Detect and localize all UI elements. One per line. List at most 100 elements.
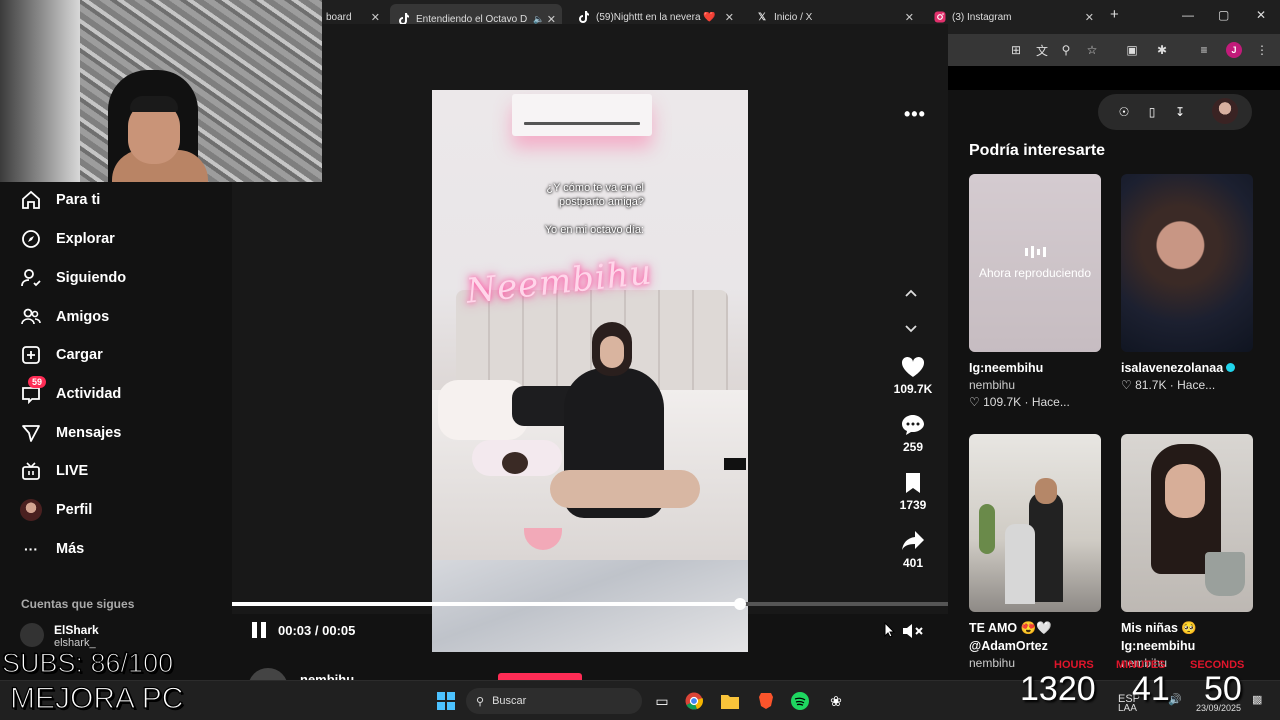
phone-icon[interactable]: ▯: [1144, 104, 1160, 120]
sidebar-item-explorar[interactable]: Explorar: [20, 226, 115, 252]
now-playing-overlay: Ahora reproduciendo: [969, 174, 1101, 352]
recommended-card[interactable]: Ahora reproduciendo Ig:neembihu nembihu …: [969, 174, 1101, 409]
profile-avatar[interactable]: J: [1226, 42, 1242, 58]
card-time: Hace...: [1031, 395, 1070, 409]
bookmark-count: 1739: [899, 498, 927, 512]
tab-title: board: [326, 11, 352, 23]
video-thumbnail[interactable]: [969, 434, 1101, 612]
task-view-icon[interactable]: ▭: [652, 691, 672, 711]
tab-close-icon[interactable]: ✕: [725, 11, 734, 24]
compass-icon: [20, 228, 42, 250]
maximize-button[interactable]: ▢: [1218, 8, 1229, 22]
translate-icon[interactable]: 文: [1034, 42, 1050, 58]
tab-instagram[interactable]: (3) Instagram ✕: [926, 6, 1100, 28]
spotify-icon[interactable]: [790, 691, 810, 711]
volume-icon[interactable]: 🔊: [1168, 693, 1182, 706]
webcam-room: [0, 0, 80, 182]
notifications-icon[interactable]: ▩: [1252, 693, 1262, 706]
recommended-heading: Podría interesarte: [969, 142, 1106, 159]
comment-icon: [888, 412, 938, 438]
tab-close-icon[interactable]: ✕: [1085, 11, 1094, 24]
video-thumbnail[interactable]: [1121, 174, 1253, 352]
download-icon[interactable]: ↧: [1172, 104, 1188, 120]
friends-icon: [20, 306, 42, 328]
sidebar-item-mas[interactable]: ··· Más: [20, 536, 84, 562]
extensions-puzzle-icon[interactable]: ✱: [1154, 42, 1170, 58]
chevron-down-icon[interactable]: [904, 322, 918, 337]
inbox-icon: 59: [20, 376, 47, 405]
file-explorer-icon[interactable]: [720, 691, 740, 711]
sidebar-item-cargar[interactable]: Cargar: [20, 342, 103, 368]
comment-count: 259: [902, 440, 924, 454]
sidebar-item-label: Para ti: [56, 192, 101, 208]
verified-badge-icon: [1226, 363, 1236, 372]
share-icon: [888, 528, 938, 554]
sidebar-item-label: LIVE: [56, 463, 89, 479]
sidebar-item-label: Actividad: [56, 386, 122, 402]
sidebar-item-siguiendo[interactable]: Siguiendo: [20, 265, 126, 291]
baby-head: [502, 452, 528, 474]
followed-account[interactable]: ElShark elshark_: [20, 623, 99, 649]
card-title-mention[interactable]: @AdamOrtez: [969, 639, 1101, 653]
menu-kebab-icon[interactable]: ⋮: [1254, 42, 1270, 58]
recommended-card[interactable]: TE AMO 😍🤍 @AdamOrtez nembihu: [969, 434, 1101, 670]
sidebar-item-perfil[interactable]: Perfil: [20, 497, 92, 523]
app-icon[interactable]: ❀: [826, 691, 846, 711]
like-count: 109.7K: [893, 382, 933, 396]
zoom-icon[interactable]: ⚲: [1058, 42, 1074, 58]
avatar: [20, 499, 42, 521]
chrome-icon[interactable]: [684, 691, 704, 711]
video-frame[interactable]: Neembihu ¿Y cómo te va en el postparto a…: [432, 90, 748, 652]
sidebar-item-para-ti[interactable]: Para ti: [20, 187, 100, 213]
card-author[interactable]: isalavenezolanaa: [1121, 361, 1253, 375]
bookmark-button[interactable]: 1739: [888, 470, 938, 512]
audio-icon[interactable]: 🔈: [533, 14, 544, 25]
card-author[interactable]: nembihu: [969, 378, 1101, 392]
sidebar-item-label: Más: [56, 541, 85, 557]
heart-outline-icon: ♡: [1121, 378, 1132, 392]
tab-close-icon[interactable]: ✕: [905, 11, 914, 24]
video-thumbnail[interactable]: [1121, 434, 1253, 612]
compass-icon[interactable]: ☉: [1116, 104, 1132, 120]
video-progress-bar[interactable]: [232, 598, 948, 610]
instagram-icon: [934, 11, 946, 23]
reading-list-icon[interactable]: ≡: [1196, 42, 1212, 58]
brave-icon[interactable]: [756, 691, 776, 711]
sidebar-item-amigos[interactable]: Amigos: [20, 304, 109, 330]
sidebar-item-mensajes[interactable]: Mensajes: [20, 420, 121, 446]
video-thumbnail[interactable]: Ahora reproduciendo: [969, 174, 1101, 352]
tab-title: (59)Nighttt en la nevera ❤️: [596, 11, 716, 23]
new-tab-button[interactable]: +: [1110, 6, 1119, 23]
recommended-card[interactable]: Mis niñas 🥺 Ig:neembihu nembihu: [1121, 434, 1253, 670]
like-button[interactable]: 109.7K: [888, 354, 938, 396]
card-meta: ♡ 81.7K · Hace...: [1121, 378, 1216, 392]
tab-close-icon[interactable]: ✕: [371, 11, 380, 24]
person-face: [600, 336, 624, 368]
upload-icon: [20, 344, 42, 366]
sidebar-item-actividad[interactable]: 59 Actividad: [20, 376, 122, 407]
avatar[interactable]: [1212, 98, 1238, 124]
recommended-card[interactable]: isalavenezolanaa ♡ 81.7K · Hace...: [1121, 174, 1253, 392]
bookmark-star-icon[interactable]: ☆: [1084, 42, 1100, 58]
windows-start-icon[interactable]: [436, 691, 456, 711]
muted-volume-icon[interactable]: [902, 622, 924, 645]
search-icon: ⚲: [476, 695, 485, 708]
minimize-button[interactable]: —: [1182, 8, 1194, 22]
tab-title: Inicio / X: [774, 11, 813, 23]
live-icon: [20, 460, 42, 482]
share-button[interactable]: 401: [888, 528, 938, 570]
sidebar-item-live[interactable]: LIVE: [20, 458, 88, 484]
video-caption-line: postparto amiga?: [559, 196, 644, 208]
extension-icon-1[interactable]: ▣: [1124, 42, 1140, 58]
pause-button[interactable]: [252, 622, 268, 638]
equalizer-icon: [1024, 246, 1046, 258]
person-legs: [550, 470, 700, 508]
avatar: [20, 623, 44, 647]
install-icon[interactable]: ⊞: [1008, 42, 1024, 58]
air-conditioner: [512, 94, 652, 136]
close-window-button[interactable]: ✕: [1256, 8, 1266, 22]
more-options-icon[interactable]: •••: [904, 104, 926, 125]
chevron-up-icon[interactable]: [904, 286, 918, 301]
comment-button[interactable]: 259: [888, 412, 938, 454]
taskbar-search[interactable]: ⚲ Buscar: [466, 688, 642, 714]
